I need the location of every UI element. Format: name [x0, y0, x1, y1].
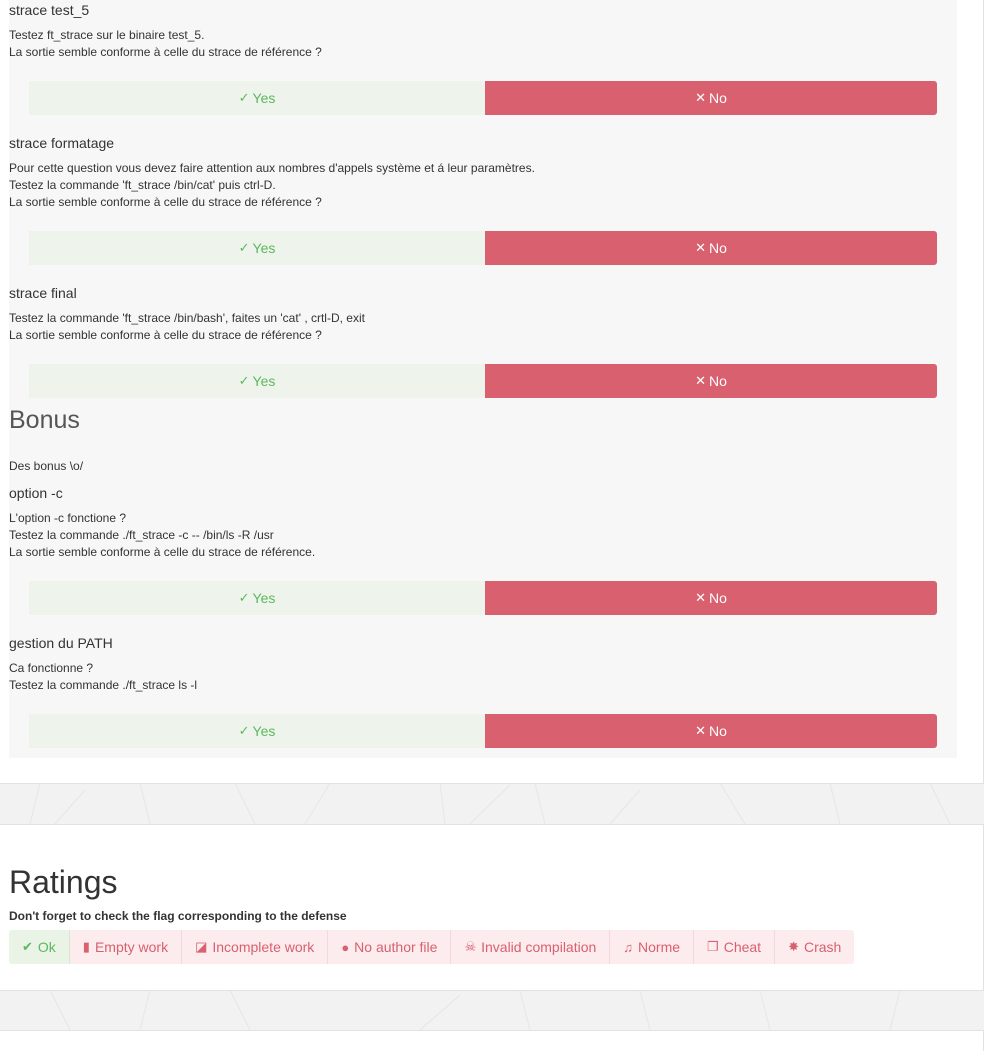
- flag-empty-work-button[interactable]: ▮ Empty work: [69, 930, 183, 964]
- yes-button[interactable]: ✓ Yes: [29, 81, 485, 115]
- question-title: strace final: [9, 285, 77, 301]
- question-text: L'option -c fonctione ?: [9, 511, 127, 525]
- check-outline-icon: ✓: [238, 373, 250, 388]
- flag-norme-button[interactable]: ♫ Norme: [610, 930, 695, 964]
- check-outline-icon: ✓: [238, 590, 250, 605]
- question-text: Testez ft_strace sur le binaire test_5.: [9, 28, 205, 42]
- no-button[interactable]: ✕ No: [485, 714, 937, 748]
- yes-button[interactable]: ✓ Yes: [29, 231, 485, 265]
- check-icon: ✔: [22, 939, 33, 954]
- bonus-title: Bonus: [9, 406, 80, 434]
- question-text: La sortie semble conforme à celle du str…: [9, 45, 322, 59]
- flag-ok-button[interactable]: ✔ Ok: [9, 930, 70, 964]
- no-button[interactable]: ✕ No: [485, 231, 937, 265]
- question-text: Testez la commande 'ft_strace /bin/bash'…: [9, 311, 365, 325]
- question-title: strace formatage: [9, 135, 115, 151]
- skull-icon: ☠: [464, 939, 477, 954]
- file-icon: ▮: [82, 939, 90, 954]
- flag-incomplete-work-button[interactable]: ◪ Incomplete work: [182, 930, 329, 964]
- comment-icon: ●: [341, 939, 350, 955]
- close-icon: ✕: [695, 240, 706, 255]
- flag-crash-button[interactable]: ✸ Crash: [775, 930, 855, 964]
- ratings-title: Ratings: [9, 864, 118, 900]
- explosion-icon: ✸: [788, 939, 799, 954]
- question-title: option -c: [9, 485, 63, 501]
- no-button[interactable]: ✕ No: [485, 581, 937, 615]
- question-text: Testez la commande ./ft_strace -c -- /bi…: [9, 528, 274, 542]
- no-button[interactable]: ✕ No: [485, 81, 937, 115]
- question-title: gestion du PATH: [9, 635, 113, 651]
- bonus-description: Des bonus \o/: [9, 459, 84, 473]
- question-text: La sortie semble conforme à celle du str…: [9, 328, 322, 342]
- question-text: Testez la commande ./ft_strace ls -l: [9, 678, 198, 692]
- question-text: La sortie semble conforme à celle du str…: [9, 195, 322, 209]
- question-text: La sortie semble conforme à celle du str…: [9, 545, 316, 559]
- flag-group: ✔ Ok ▮ Empty work ◪ Incomplete work ● No aut…: [9, 930, 855, 964]
- close-icon: ✕: [695, 373, 706, 388]
- question-title: strace test_5: [9, 2, 90, 18]
- check-outline-icon: ✓: [238, 240, 250, 255]
- yes-button[interactable]: ✓ Yes: [29, 581, 485, 615]
- check-outline-icon: ✓: [238, 723, 250, 738]
- file-broken-icon: ◪: [195, 939, 208, 954]
- close-icon: ✕: [695, 590, 706, 605]
- yes-button[interactable]: ✓ Yes: [29, 714, 485, 748]
- question-text: Pour cette question vous devez faire att…: [9, 161, 535, 175]
- copy-icon: ❐: [707, 939, 719, 954]
- no-button[interactable]: ✕ No: [485, 364, 937, 398]
- close-icon: ✕: [695, 90, 706, 105]
- question-text: Testez la commande 'ft_strace /bin/cat' …: [9, 178, 276, 192]
- next-card: [0, 1030, 984, 1051]
- evaluation-card: strace test_5 Testez ft_strace sur le bi…: [0, 0, 984, 784]
- flag-no-author-file-button[interactable]: ● No author file: [328, 930, 452, 964]
- close-icon: ✕: [695, 723, 706, 738]
- flag-cheat-button[interactable]: ❐ Cheat: [694, 930, 776, 964]
- music-icon: ♫: [623, 939, 634, 955]
- yes-button[interactable]: ✓ Yes: [29, 364, 485, 398]
- question-text: Ca fonctionne ?: [9, 661, 94, 675]
- flag-invalid-compilation-button[interactable]: ☠ Invalid compilation: [451, 930, 611, 964]
- check-outline-icon: ✓: [238, 90, 250, 105]
- ratings-subtitle: Don't forget to check the flag correspon…: [9, 909, 347, 923]
